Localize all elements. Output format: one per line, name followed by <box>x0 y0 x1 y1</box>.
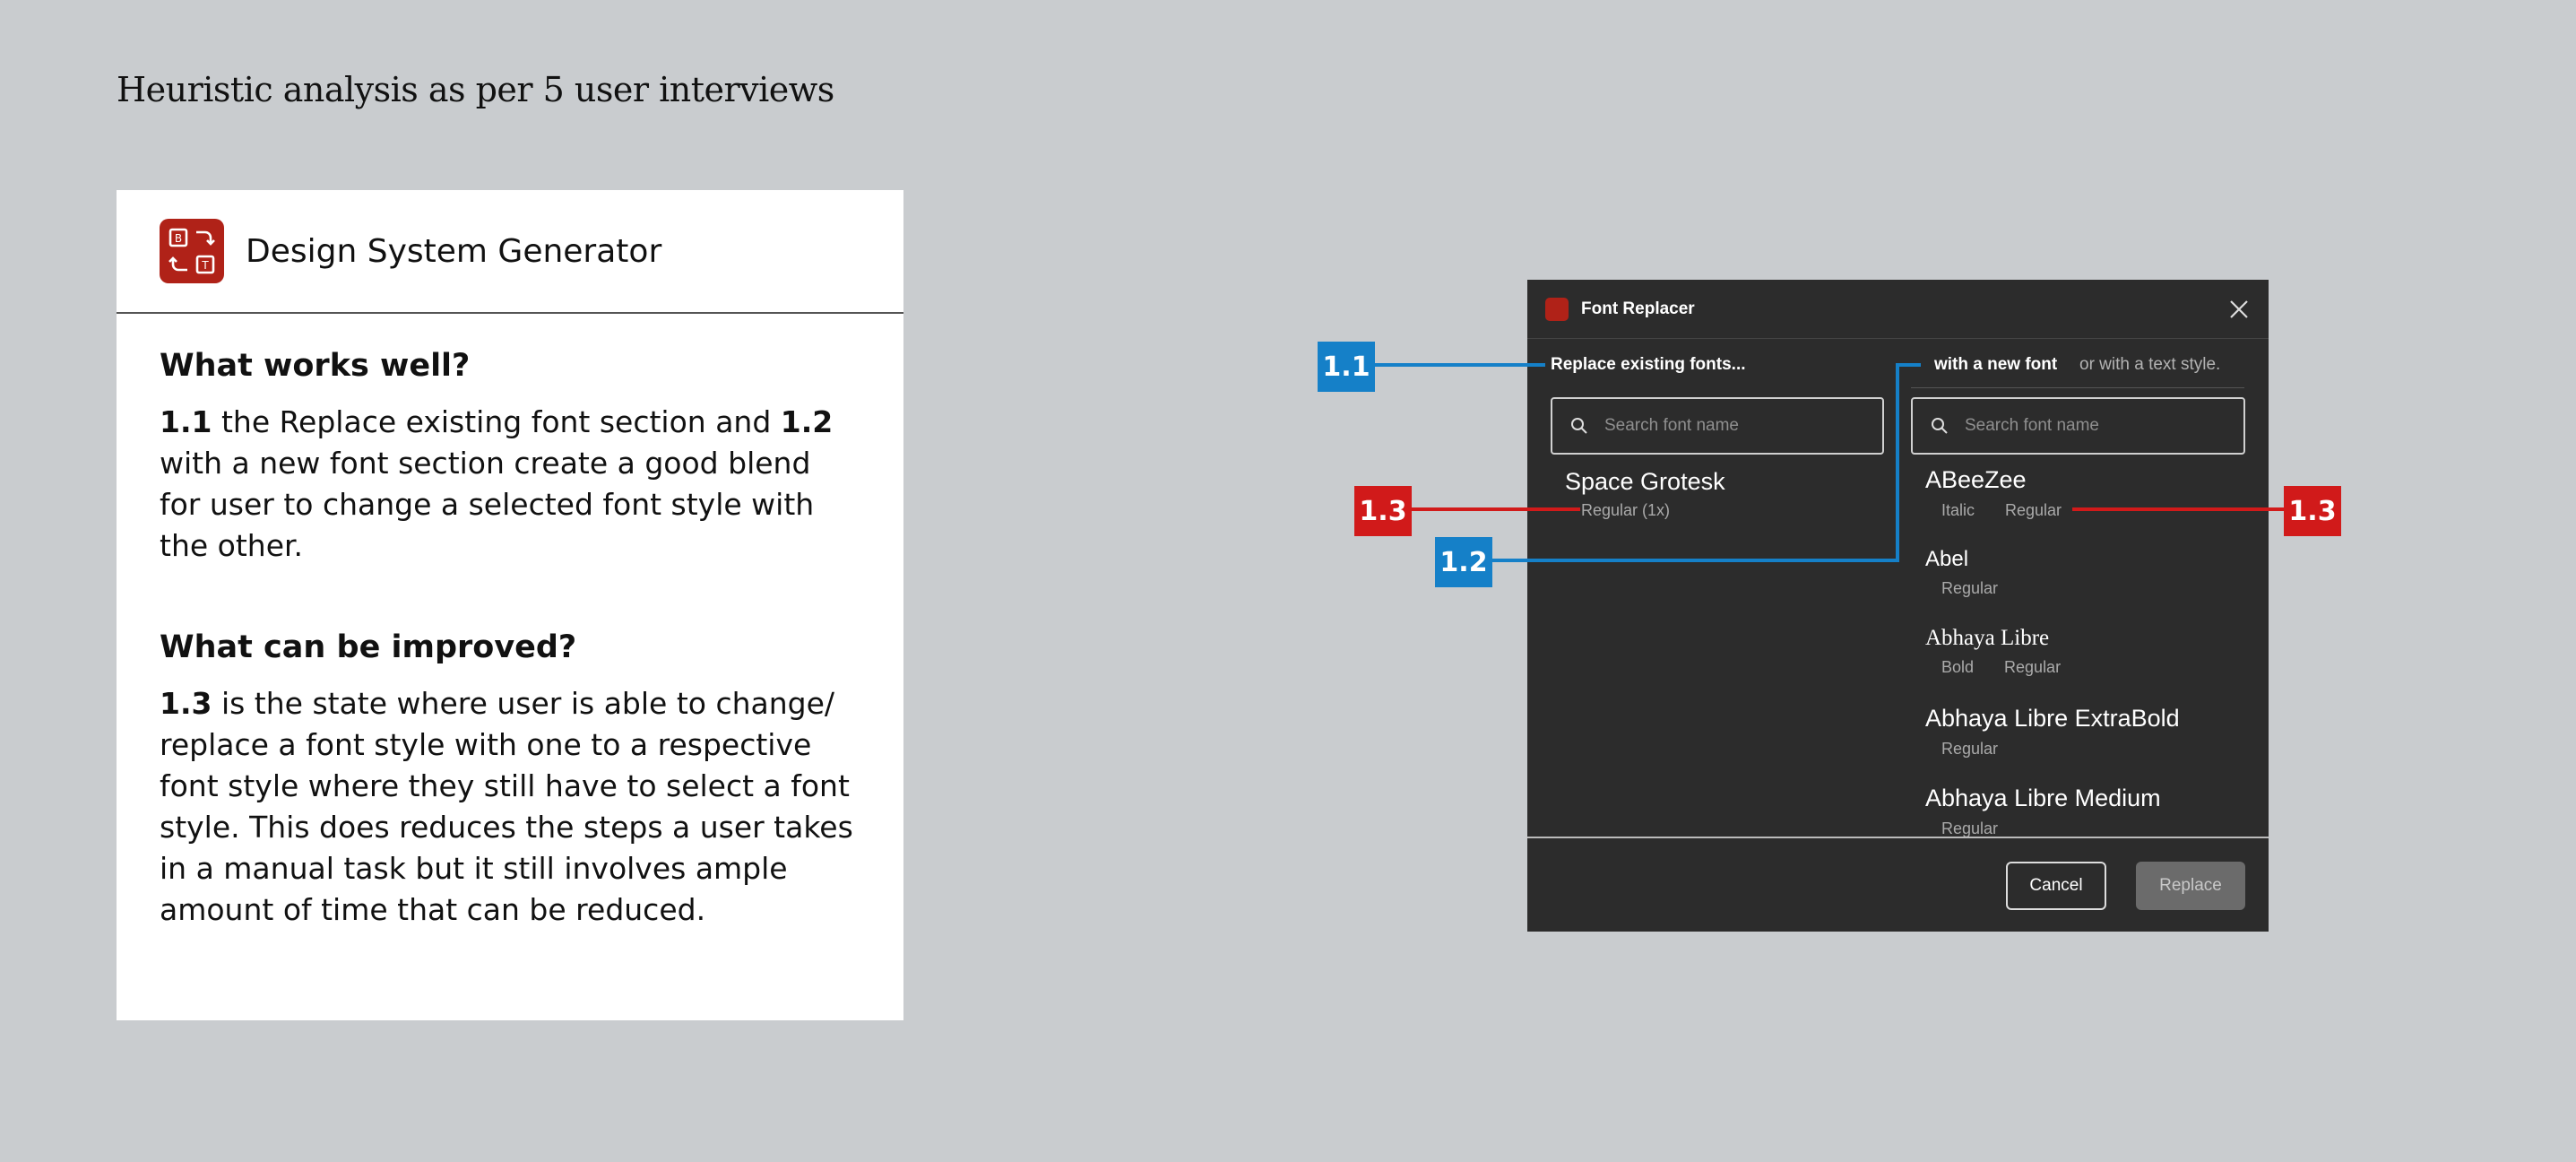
font-list-item[interactable]: ABeeZee Italic Regular <box>1925 466 2092 520</box>
works-heading: What works well? <box>160 348 471 384</box>
font-style-option[interactable]: Regular <box>2004 658 2061 676</box>
font-name: Abhaya Libre ExtraBold <box>1925 705 2180 732</box>
annotation-line-1-2-horizontal <box>1492 559 1897 562</box>
works-text-part1: the Replace existing font section and <box>212 404 781 439</box>
tab-new-font[interactable]: with a new font <box>1934 355 2057 375</box>
existing-font-name: Space Grotesk <box>1565 468 1725 495</box>
app-name: Design System Generator <box>246 232 662 270</box>
annotation-line-1-1 <box>1375 363 1545 367</box>
font-styles: Regular <box>1925 579 2028 598</box>
replace-existing-label: Replace existing fonts... <box>1551 355 1746 374</box>
card-body: What works well? 1.1 the Replace existin… <box>117 314 903 931</box>
font-name: ABeeZee <box>1925 466 2027 493</box>
font-name: Abhaya Libre Medium <box>1925 785 2161 811</box>
improve-text-part: is the state where user is able to chang… <box>160 686 853 927</box>
existing-font-search[interactable] <box>1551 397 1884 455</box>
app-logo-icon: B T <box>160 219 224 283</box>
dialog-title: Font Replacer <box>1581 299 1695 318</box>
analysis-card: B T Design System Generator What works w… <box>117 190 903 1020</box>
font-styles: Regular <box>1925 740 2180 759</box>
card-header: B T Design System Generator <box>117 190 903 314</box>
font-style-option[interactable]: Regular <box>1941 819 1998 837</box>
font-style-option[interactable]: Regular <box>1941 579 1998 597</box>
font-styles: Regular <box>1925 819 2161 837</box>
font-styles: Italic Regular <box>1925 501 2092 520</box>
font-styles: Bold Regular <box>1925 658 2091 677</box>
page-heading: Heuristic analysis as per 5 user intervi… <box>117 70 834 109</box>
ref-1-1: 1.1 <box>160 404 212 439</box>
dialog-titlebar: Font Replacer <box>1527 280 2269 339</box>
new-font-search-input[interactable] <box>1963 415 2217 437</box>
cancel-button[interactable]: Cancel <box>2006 862 2106 910</box>
works-text: 1.1 the Replace existing font section an… <box>160 402 860 567</box>
tab-text-style[interactable]: or with a text style. <box>2079 355 2220 375</box>
replace-button[interactable]: Replace <box>2136 862 2245 910</box>
font-style-option[interactable]: Regular <box>1941 740 1998 758</box>
works-text-part2: with a new font section create a good bl… <box>160 446 815 563</box>
plugin-logo-icon <box>1545 297 1569 321</box>
font-style-option[interactable]: Italic <box>1941 501 1975 519</box>
font-list-item[interactable]: Abhaya Libre Medium Regular <box>1925 785 2161 837</box>
annotation-badge-1-3-right: 1.3 <box>2284 486 2341 536</box>
font-name: Abel <box>1925 547 1969 571</box>
font-list-item[interactable]: Abhaya Libre Bold Regular <box>1925 626 2091 677</box>
font-list-item[interactable]: Abhaya Libre ExtraBold Regular <box>1925 705 2180 759</box>
existing-font-item[interactable]: Space Grotesk Regular (1x) <box>1565 468 1725 520</box>
ref-1-2: 1.2 <box>780 404 834 439</box>
font-list-item[interactable]: Abel Regular <box>1925 547 2028 598</box>
search-icon <box>1932 418 1948 434</box>
annotation-line-1-3-left <box>1412 507 1580 511</box>
tab-divider <box>1911 387 2244 388</box>
annotation-badge-1-2: 1.2 <box>1435 537 1492 587</box>
improve-heading: What can be improved? <box>160 629 577 665</box>
annotation-line-1-3-right <box>2072 507 2286 511</box>
improve-text: 1.3 is the state where user is able to c… <box>160 683 860 931</box>
annotation-line-1-2-top <box>1896 363 1921 367</box>
annotation-line-1-2-vertical <box>1896 363 1899 562</box>
close-icon[interactable] <box>2227 298 2251 321</box>
annotation-badge-1-3-left: 1.3 <box>1354 486 1412 536</box>
font-style-option[interactable]: Regular <box>2005 501 2062 519</box>
font-style-option[interactable]: Bold <box>1941 658 1974 676</box>
annotation-badge-1-1: 1.1 <box>1318 342 1375 392</box>
svg-text:T: T <box>201 259 209 272</box>
ref-1-3: 1.3 <box>160 686 212 721</box>
existing-font-search-input[interactable] <box>1603 415 1857 437</box>
search-icon <box>1571 418 1587 434</box>
new-font-search[interactable] <box>1911 397 2245 455</box>
existing-font-styles: Regular (1x) <box>1581 501 1671 519</box>
dialog-footer-divider <box>1527 837 2269 838</box>
font-name: Abhaya Libre <box>1925 626 2050 650</box>
svg-text:B: B <box>175 232 182 245</box>
